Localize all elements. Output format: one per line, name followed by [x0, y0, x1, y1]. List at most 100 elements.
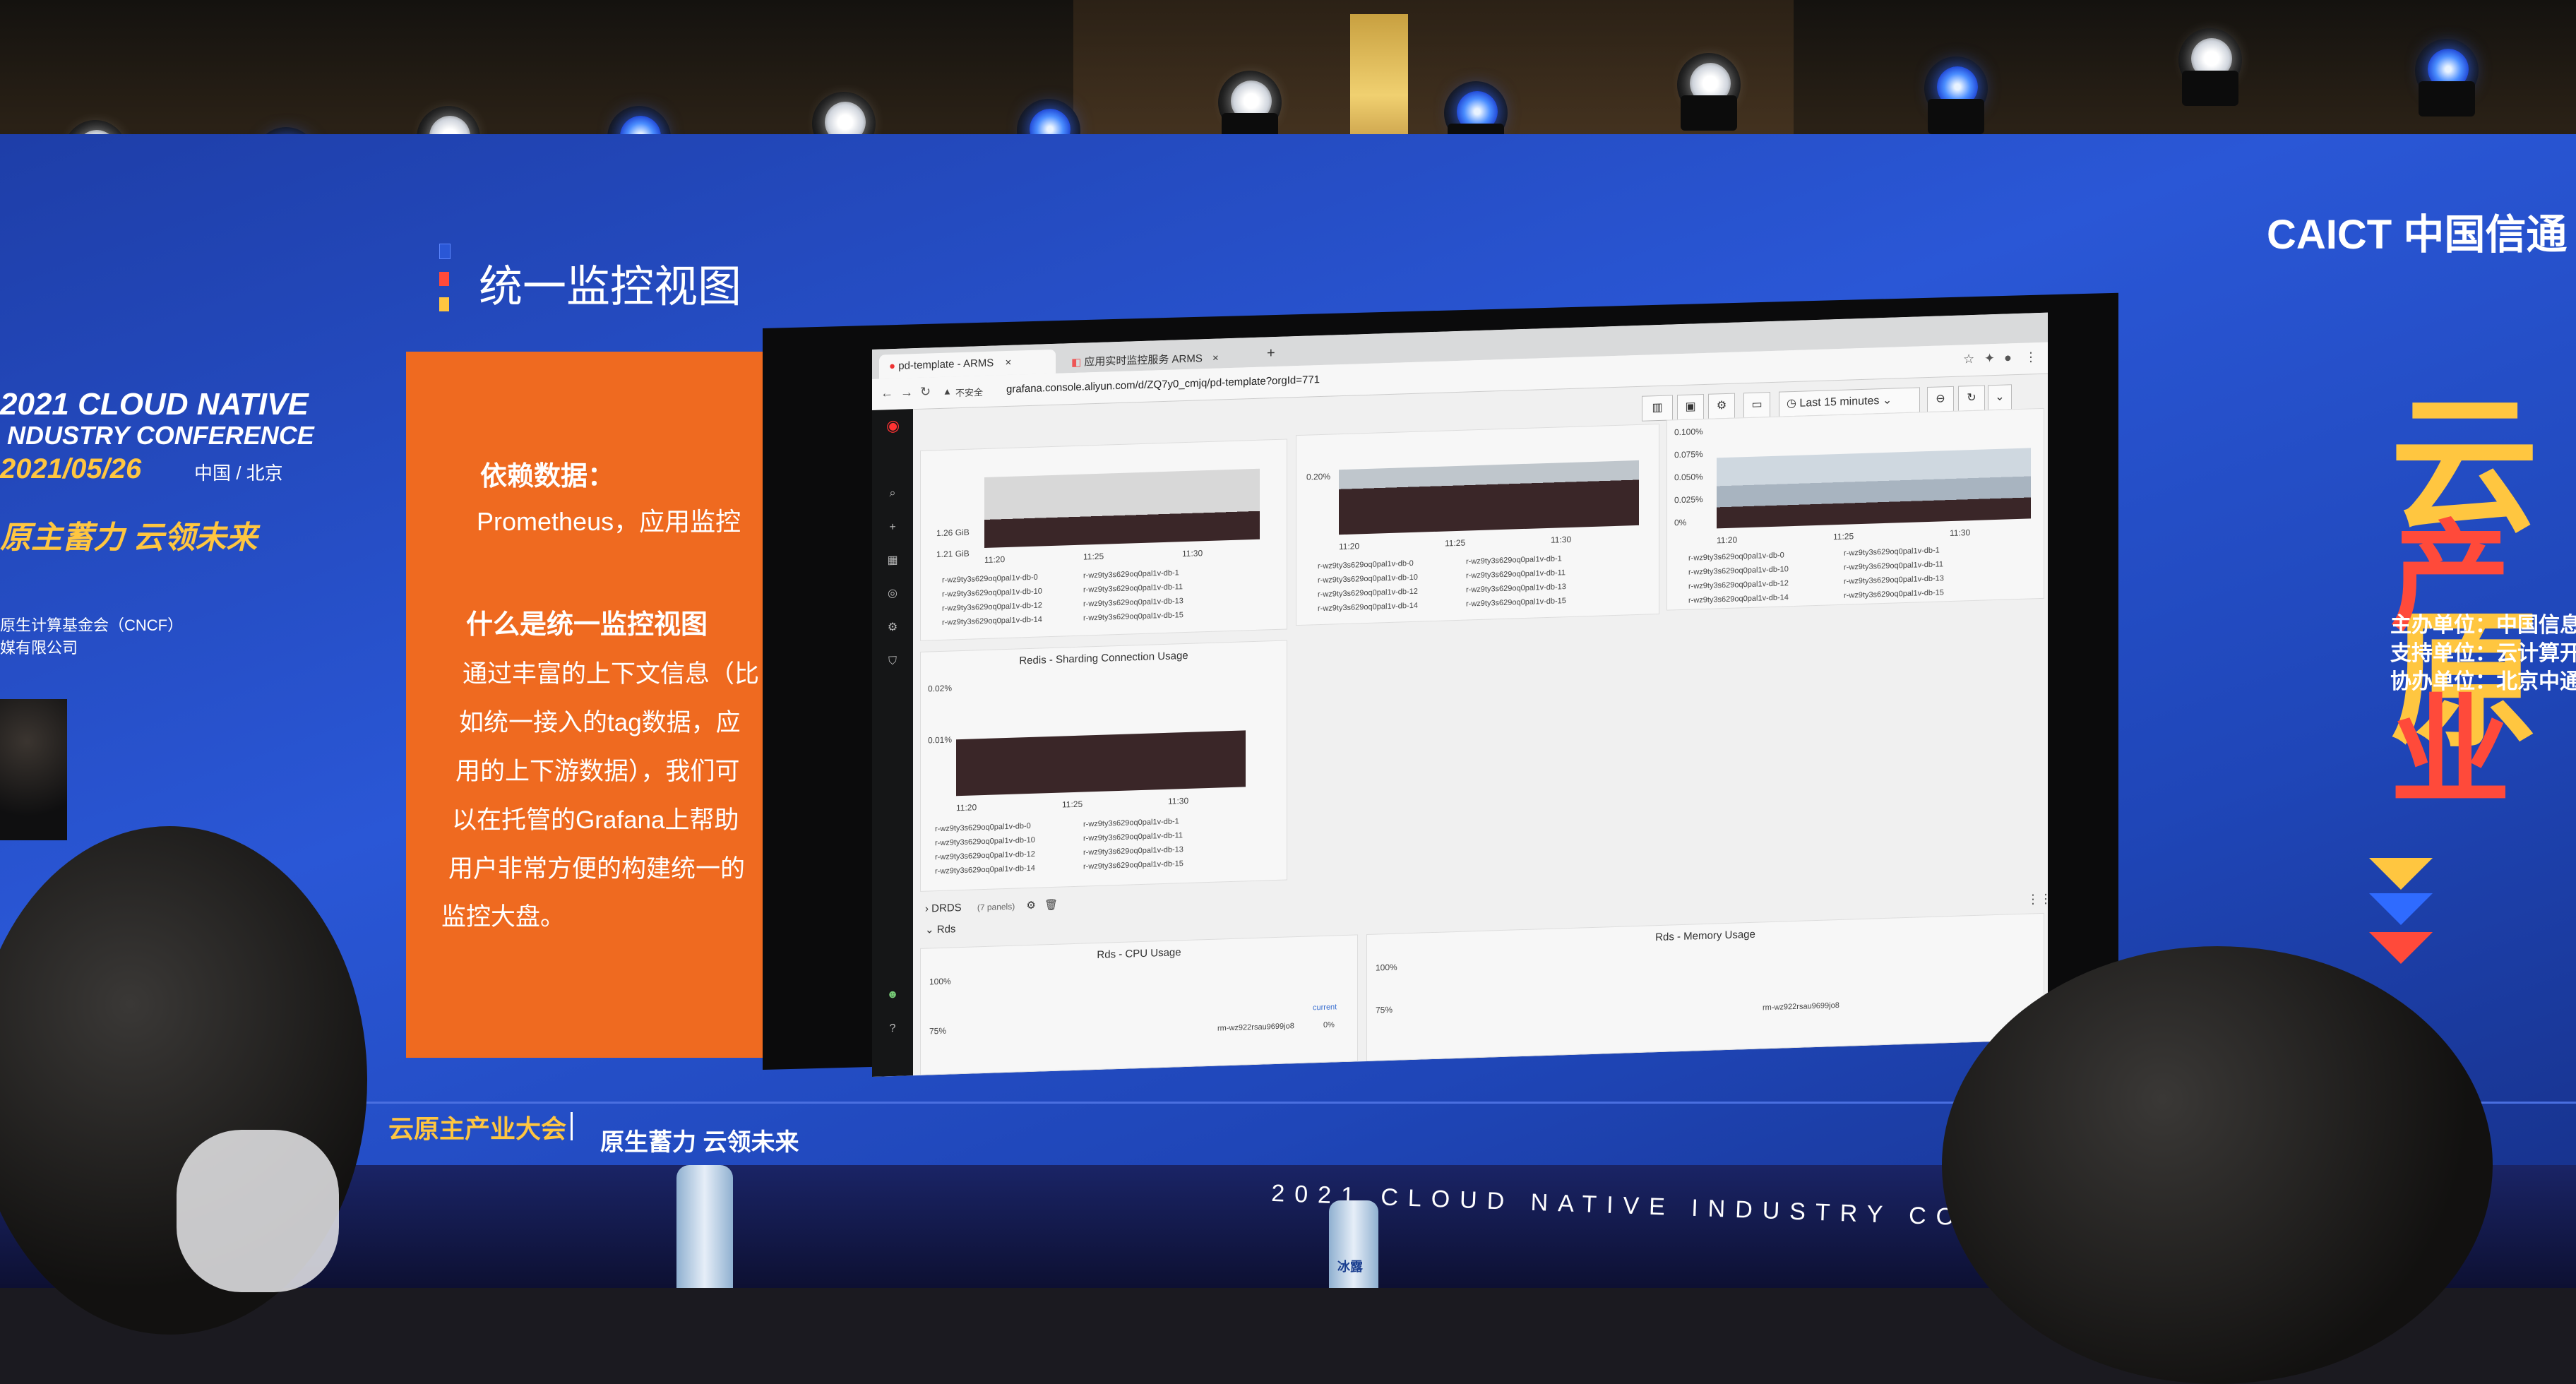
- avatar[interactable]: ●: [2004, 350, 2012, 365]
- bottom-conference-name: 云原主产业大会: [388, 1114, 567, 1143]
- dashboards-icon[interactable]: ▦: [886, 554, 899, 568]
- legend-item[interactable]: r-wz9ty3s629oq0pal1v-db-15: [1466, 597, 1566, 608]
- legend-item[interactable]: r-wz9ty3s629oq0pal1v-db-12: [935, 850, 1035, 861]
- organizer-line1: 原生计算基金会（CNCF）: [0, 616, 184, 634]
- y-tick: 0.100%: [1674, 426, 1703, 438]
- divider: [571, 1112, 573, 1140]
- x-tick: 11:25: [1445, 537, 1466, 549]
- close-icon[interactable]: ×: [1005, 357, 1011, 369]
- y-tick: 1.21 GiB: [936, 548, 970, 560]
- legend-item[interactable]: r-wz9ty3s629oq0pal1v-db-15: [1844, 588, 1944, 599]
- panel-redis-connection[interactable]: Redis - Sharding Connection Usage 0.02% …: [920, 640, 1287, 892]
- row-drds[interactable]: › DRDS (7 panels) ⚙ 🗑: [925, 898, 1058, 915]
- legend-item[interactable]: r-wz9ty3s629oq0pal1v-db-15: [1083, 859, 1183, 871]
- grafana-panel[interactable]: 0.20% 11:20 11:25 11:30 r-wz9ty3s629oq0p…: [1296, 423, 1659, 626]
- settings-button[interactable]: ⚙: [1708, 393, 1735, 419]
- row-panel-count: (7 panels): [977, 901, 1015, 913]
- legend-item[interactable]: r-wz9ty3s629oq0pal1v-db-10: [942, 587, 1042, 598]
- extension-icon[interactable]: ✦: [1984, 351, 1995, 366]
- y-tick: 0.02%: [928, 683, 953, 694]
- legend-item[interactable]: r-wz9ty3s629oq0pal1v-db-1: [1466, 554, 1562, 566]
- legend-item[interactable]: rm-wz922rsau9699jo8: [1763, 1001, 1839, 1012]
- save-button[interactable]: ▣: [1677, 393, 1704, 421]
- legend-item[interactable]: r-wz9ty3s629oq0pal1v-db-13: [1083, 597, 1183, 608]
- legend-item[interactable]: r-wz9ty3s629oq0pal1v-db-14: [935, 864, 1035, 876]
- legend-item[interactable]: r-wz9ty3s629oq0pal1v-db-11: [1083, 583, 1183, 594]
- legend-item[interactable]: r-wz9ty3s629oq0pal1v-db-1: [1083, 568, 1179, 580]
- logo-en: CAICT: [2267, 212, 2392, 258]
- legend-item[interactable]: r-wz9ty3s629oq0pal1v-db-10: [935, 836, 1035, 847]
- not-secure-label[interactable]: 不安全: [955, 385, 983, 399]
- clock-icon: ◷: [1787, 397, 1796, 410]
- trash-icon[interactable]: 🗑: [1044, 899, 1058, 912]
- legend-item[interactable]: r-wz9ty3s629oq0pal1v-db-15: [1083, 611, 1183, 622]
- reload-icon[interactable]: ↻: [920, 384, 931, 399]
- save-icon: ▣: [1685, 400, 1696, 413]
- series-area: [984, 468, 1260, 549]
- refresh-button[interactable]: ↻: [1958, 385, 1985, 412]
- gear-icon[interactable]: ⚙: [886, 621, 899, 635]
- legend-item[interactable]: rm-wz922rsau9699jo8: [1217, 1022, 1294, 1032]
- legend-item[interactable]: r-wz9ty3s629oq0pal1v-db-0: [1318, 559, 1414, 571]
- legend-item[interactable]: r-wz9ty3s629oq0pal1v-db-13: [1466, 583, 1566, 594]
- menu-icon[interactable]: ⋮: [2025, 350, 2037, 365]
- legend-value: 0%: [1323, 1020, 1335, 1030]
- card-body-line: 以在托管的Grafana上帮助: [452, 806, 739, 834]
- legend-item[interactable]: r-wz9ty3s629oq0pal1v-db-14: [942, 615, 1042, 626]
- search-icon[interactable]: ⌕: [886, 487, 899, 501]
- plus-icon[interactable]: +: [886, 521, 899, 535]
- card-body-line: 用户非常方便的构建统一的: [448, 855, 746, 883]
- panel-rds-cpu[interactable]: Rds - CPU Usage 100% 75% current rm-wz92…: [920, 934, 1358, 1075]
- stage-light: [1218, 71, 1282, 148]
- organizer-line2: 媒有限公司: [0, 639, 78, 657]
- new-tab-button[interactable]: +: [1257, 342, 1285, 367]
- zoom-out-button[interactable]: ⊖: [1927, 386, 1954, 413]
- star-icon[interactable]: ☆: [1963, 352, 1974, 367]
- legend-item[interactable]: r-wz9ty3s629oq0pal1v-db-10: [1318, 573, 1418, 585]
- legend-item[interactable]: r-wz9ty3s629oq0pal1v-db-12: [1688, 579, 1789, 590]
- close-icon[interactable]: ×: [1212, 352, 1219, 364]
- legend-item[interactable]: r-wz9ty3s629oq0pal1v-db-0: [1688, 551, 1784, 562]
- legend-item[interactable]: r-wz9ty3s629oq0pal1v-db-13: [1844, 574, 1944, 585]
- legend-item[interactable]: r-wz9ty3s629oq0pal1v-db-10: [1688, 565, 1789, 576]
- x-tick: 11:20: [1717, 535, 1738, 546]
- grafana-panel[interactable]: 1.26 GiB 1.21 GiB 11:20 11:25 11:30 r-wz…: [920, 439, 1287, 641]
- shield-icon[interactable]: ⛉: [886, 655, 899, 669]
- grafana-logo-icon[interactable]: ◉: [886, 417, 900, 435]
- user-icon[interactable]: ☻: [886, 989, 899, 1002]
- tv-mode-button[interactable]: ▭: [1743, 392, 1770, 419]
- drag-handle-icon[interactable]: ⋮⋮: [2027, 891, 2048, 907]
- time-range-label: Last 15 minutes: [1799, 395, 1880, 410]
- forward-icon[interactable]: →: [900, 385, 913, 400]
- legend-item[interactable]: r-wz9ty3s629oq0pal1v-db-14: [1688, 593, 1789, 604]
- y-tick: 1.26 GiB: [936, 527, 970, 539]
- stage-light: [2178, 28, 2242, 106]
- legend-item[interactable]: r-wz9ty3s629oq0pal1v-db-1: [1844, 546, 1940, 557]
- grafana-panel[interactable]: 0.100% 0.075% 0.050% 0.025% 0% 11:20 11:…: [1666, 407, 2044, 611]
- legend-item[interactable]: r-wz9ty3s629oq0pal1v-db-14: [1318, 602, 1418, 613]
- add-panel-button[interactable]: ▥: [1642, 395, 1673, 422]
- refresh-interval-dropdown[interactable]: ⌄: [1988, 384, 2012, 411]
- chevron-down-icon: ⌄: [1995, 390, 2005, 404]
- legend-header-current[interactable]: current: [1313, 1003, 1337, 1012]
- url-input[interactable]: grafana.console.aliyun.com/d/ZQ7y0_cmjq/…: [1006, 374, 1320, 395]
- panel-rds-memory[interactable]: Rds - Memory Usage 100% 75% rm-wz922rsau…: [1366, 912, 2044, 1062]
- conference-date: 2021/05/26: [0, 453, 142, 484]
- slide-title: 统一监控视图: [479, 263, 742, 311]
- legend-item[interactable]: r-wz9ty3s629oq0pal1v-db-11: [1083, 831, 1183, 842]
- gear-icon[interactable]: ⚙: [1026, 900, 1035, 912]
- legend-item[interactable]: r-wz9ty3s629oq0pal1v-db-0: [942, 573, 1038, 585]
- back-icon[interactable]: ←: [881, 386, 893, 401]
- legend-item[interactable]: r-wz9ty3s629oq0pal1v-db-11: [1466, 568, 1566, 580]
- conference-location: 中国 / 北京: [194, 463, 283, 484]
- legend-item[interactable]: r-wz9ty3s629oq0pal1v-db-12: [1318, 587, 1418, 599]
- legend-item[interactable]: r-wz9ty3s629oq0pal1v-db-11: [1844, 560, 1943, 571]
- row-rds[interactable]: ⌄ Rds: [925, 922, 955, 936]
- legend-item[interactable]: r-wz9ty3s629oq0pal1v-db-12: [942, 601, 1042, 612]
- legend-item[interactable]: r-wz9ty3s629oq0pal1v-db-1: [1083, 817, 1179, 828]
- grafana-favicon-icon: ●: [889, 359, 896, 373]
- legend-item[interactable]: r-wz9ty3s629oq0pal1v-db-13: [1083, 845, 1183, 857]
- explore-icon[interactable]: ◎: [886, 587, 899, 601]
- help-icon[interactable]: ?: [886, 1022, 899, 1036]
- legend-item[interactable]: r-wz9ty3s629oq0pal1v-db-0: [935, 822, 1031, 833]
